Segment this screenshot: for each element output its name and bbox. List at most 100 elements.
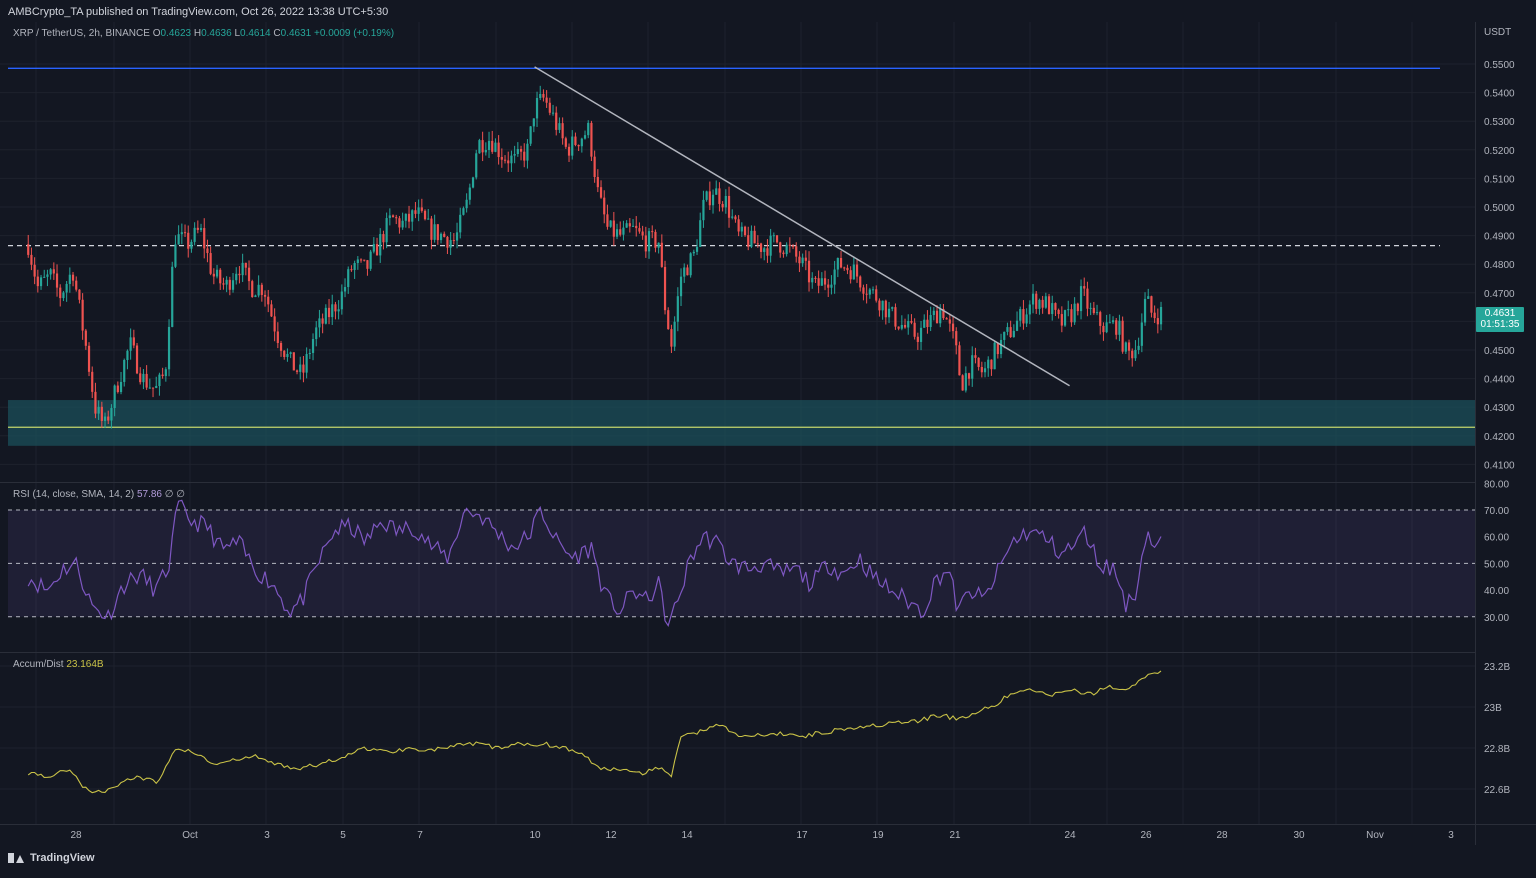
candle-body — [1124, 342, 1127, 352]
candle-body — [958, 345, 961, 376]
candle-body — [782, 252, 785, 255]
candle-body — [1108, 322, 1111, 324]
candle-body — [1060, 314, 1063, 326]
candle-body — [116, 385, 119, 393]
candle-body — [670, 329, 673, 347]
candle-body — [820, 278, 823, 286]
candle-body — [139, 373, 142, 383]
candle-body — [894, 307, 897, 327]
price-tick-label: 0.5300 — [1484, 117, 1515, 128]
candle-body — [555, 112, 558, 130]
candle-body — [289, 352, 292, 354]
candle-body — [759, 243, 763, 252]
candle-body — [939, 308, 942, 324]
candle-body — [775, 235, 779, 243]
candle-body — [1115, 320, 1118, 335]
candle-body — [788, 244, 791, 246]
candle-body — [401, 220, 404, 228]
candle-body — [769, 235, 772, 256]
candle-body — [887, 308, 891, 318]
candle-body — [59, 287, 62, 299]
candle-body — [1143, 298, 1147, 323]
candle-body — [254, 295, 257, 298]
ad-tick-label: 23B — [1484, 703, 1502, 714]
chart-svg[interactable]: 0.5500 0.5400 0.5300 0.5200 0.5100 0.5000 0.49… — [0, 0, 1536, 873]
candle-body — [580, 138, 583, 147]
candle-body — [631, 225, 635, 227]
candle-body — [1102, 325, 1105, 333]
candle-body — [862, 287, 865, 294]
close-label: C — [273, 28, 281, 39]
candle-body — [91, 371, 94, 392]
candle-body — [763, 248, 766, 252]
candle-body — [996, 342, 999, 355]
candle-body — [87, 345, 91, 372]
candle-body — [596, 177, 599, 188]
candle-body — [1089, 307, 1092, 309]
time-tick-label: 17 — [796, 830, 808, 841]
candle-body — [980, 366, 983, 373]
candle-body — [539, 93, 542, 98]
candle-body — [427, 218, 430, 220]
candle-body — [491, 140, 494, 152]
candle-body — [318, 318, 321, 328]
candle-body — [305, 354, 308, 373]
candle-body — [795, 246, 798, 257]
candle-body — [273, 316, 276, 332]
candle-body — [433, 224, 436, 240]
candle-body — [811, 277, 814, 283]
candle-body — [843, 267, 846, 269]
candle-body — [750, 230, 753, 247]
candle-body — [715, 188, 718, 195]
candle-body — [27, 244, 30, 255]
candle-body — [46, 274, 49, 277]
price-tick-label: 0.5500 — [1484, 60, 1515, 71]
footer-bar — [0, 845, 1536, 873]
candle-body — [1009, 327, 1012, 338]
candle-body — [689, 253, 692, 276]
candle-body — [1083, 286, 1086, 289]
candle-body — [878, 300, 881, 311]
high-value: 0.4636 — [201, 28, 232, 39]
support-zone — [8, 400, 1475, 446]
candle-body — [375, 244, 379, 256]
candle-body — [817, 278, 820, 286]
candle-body — [1025, 314, 1028, 324]
candle-body — [660, 242, 663, 267]
time-tick-label: Oct — [182, 830, 198, 841]
candle-body — [267, 296, 270, 305]
time-tick-label: 26 — [1140, 830, 1152, 841]
candle-body — [145, 373, 148, 388]
candle-body — [587, 122, 590, 136]
candle-body — [1070, 309, 1073, 323]
candle-body — [814, 277, 817, 279]
candle-body — [1031, 293, 1035, 305]
candle-body — [260, 284, 263, 295]
candle-body — [692, 251, 695, 254]
candle-body — [583, 135, 587, 139]
candle-body — [983, 368, 987, 373]
candle-body — [855, 264, 859, 277]
time-tick-label: 3 — [264, 830, 270, 841]
last-price-tag: 0.4631 01:51:35 — [1476, 307, 1524, 332]
candle-body — [868, 289, 871, 295]
candle-body — [148, 387, 151, 389]
candle-body — [439, 233, 443, 241]
candle-body — [475, 153, 478, 178]
candle-body — [756, 243, 759, 245]
candle-body — [507, 160, 510, 164]
ad-legend: Accum/Dist 23.164B — [13, 659, 104, 670]
time-tick-label: 19 — [872, 830, 884, 841]
candle-body — [369, 251, 372, 269]
time-tick-label: 7 — [417, 830, 423, 841]
candle-body — [110, 408, 113, 421]
candle-body — [577, 144, 580, 147]
candle-body — [385, 218, 388, 243]
candle-body — [209, 253, 212, 274]
rsi-label: RSI (14, close, SMA, 14, 2) — [13, 489, 135, 500]
candle-body — [177, 234, 180, 245]
tradingview-logo[interactable]: TradingView — [8, 852, 95, 864]
candle-body — [1153, 312, 1156, 319]
candle-body — [654, 231, 657, 248]
candle-body — [481, 140, 484, 153]
